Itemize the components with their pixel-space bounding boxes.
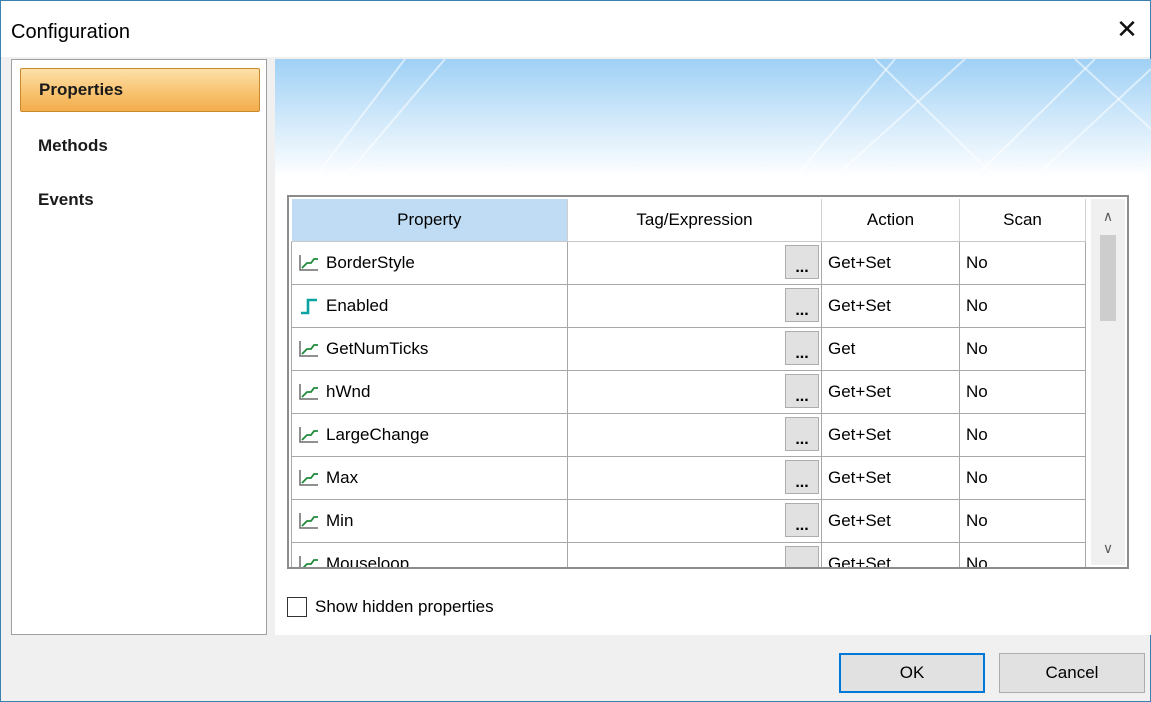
analog-step-icon <box>299 513 318 529</box>
tag-expression-cell[interactable]: ... <box>567 456 822 500</box>
scan-cell[interactable]: No <box>959 370 1086 414</box>
show-hidden-properties-option[interactable]: Show hidden properties <box>287 597 494 617</box>
tag-expression-cell[interactable]: ... <box>567 241 822 285</box>
action-cell[interactable]: Get+Set <box>821 413 960 457</box>
browse-button[interactable]: ... <box>785 460 819 494</box>
browse-button[interactable]: ... <box>785 245 819 279</box>
analog-step-icon <box>299 341 318 357</box>
analog-step-icon <box>299 470 318 486</box>
action-cell[interactable]: Get <box>821 327 960 371</box>
sidebar-item-properties[interactable]: Properties <box>20 68 260 112</box>
property-grid: Property Tag/Expression Action Scan Bord… <box>287 195 1129 569</box>
table-row[interactable]: Min ... Get+Set No <box>291 499 1086 543</box>
scan-cell[interactable]: No <box>959 456 1086 500</box>
table-row[interactable]: Max ... Get+Set No <box>291 456 1086 500</box>
property-cell[interactable]: Max <box>291 456 568 500</box>
chevron-down-icon: ∨ <box>1102 539 1114 556</box>
column-header-property[interactable]: Property <box>291 199 568 242</box>
action-cell[interactable]: Get+Set <box>821 499 960 543</box>
scroll-thumb[interactable] <box>1100 235 1116 321</box>
tag-expression-cell[interactable]: ... <box>567 284 822 328</box>
property-cell[interactable]: LargeChange <box>291 413 568 457</box>
action-cell[interactable]: Get+Set <box>821 284 960 328</box>
browse-button[interactable]: ... <box>785 417 819 451</box>
property-cell[interactable]: GetNumTicks <box>291 327 568 371</box>
title-bar: Configuration ✕ <box>1 1 1150 57</box>
browse-button[interactable]: ... <box>785 331 819 365</box>
dialog-title: Configuration <box>11 21 130 43</box>
property-name: LargeChange <box>326 425 430 444</box>
tag-expression-cell[interactable]: ... <box>567 499 822 543</box>
table-row[interactable]: Enabled ... Get+Set No <box>291 284 1086 328</box>
analog-step-icon <box>299 384 318 400</box>
browse-button[interactable]: ... <box>785 546 819 567</box>
property-cell[interactable]: Mouseloop <box>291 542 568 569</box>
property-cell[interactable]: BorderStyle <box>291 241 568 285</box>
scroll-down-button[interactable]: ∨ <box>1091 531 1125 565</box>
ok-button[interactable]: OK <box>839 653 985 693</box>
action-cell[interactable]: Get+Set <box>821 241 960 285</box>
table-row[interactable]: GetNumTicks ... Get No <box>291 327 1086 371</box>
scan-cell[interactable]: No <box>959 499 1086 543</box>
close-icon: ✕ <box>1116 13 1138 44</box>
table-header-row: Property Tag/Expression Action Scan <box>291 199 1086 242</box>
property-cell[interactable]: Min <box>291 499 568 543</box>
property-name: BorderStyle <box>326 253 415 272</box>
tag-expression-cell[interactable]: ... <box>567 542 822 567</box>
browse-button[interactable]: ... <box>785 288 819 322</box>
action-cell[interactable]: Get+Set <box>821 542 960 567</box>
action-cell[interactable]: Get+Set <box>821 370 960 414</box>
header-banner <box>275 59 1151 177</box>
scan-cell[interactable]: No <box>959 284 1086 328</box>
scroll-up-button[interactable]: ∧ <box>1091 199 1125 233</box>
cancel-button[interactable]: Cancel <box>999 653 1145 693</box>
vertical-scrollbar[interactable]: ∧ ∨ <box>1091 199 1125 565</box>
table-row[interactable]: BorderStyle ... Get+Set No <box>291 241 1086 285</box>
chevron-up-icon: ∧ <box>1102 207 1114 224</box>
table-row[interactable]: LargeChange ... Get+Set No <box>291 413 1086 457</box>
content-panel: Property Tag/Expression Action Scan Bord… <box>275 59 1151 635</box>
analog-step-icon <box>299 427 318 443</box>
category-sidebar: Properties Methods Events <box>11 59 267 635</box>
sidebar-item-events[interactable]: Events <box>20 178 260 222</box>
browse-button[interactable]: ... <box>785 374 819 408</box>
property-name: Min <box>326 511 354 530</box>
digital-step-icon <box>301 298 317 315</box>
tag-expression-cell[interactable]: ... <box>567 370 822 414</box>
scan-cell[interactable]: No <box>959 542 1086 567</box>
column-header-action[interactable]: Action <box>821 199 960 242</box>
property-cell[interactable]: hWnd <box>291 370 568 414</box>
scan-cell[interactable]: No <box>959 413 1086 457</box>
scan-cell[interactable]: No <box>959 241 1086 285</box>
configuration-dialog: Configuration ✕ Properties Methods Event… <box>0 0 1151 702</box>
show-hidden-properties-label[interactable]: Show hidden properties <box>315 597 494 617</box>
tag-expression-cell[interactable]: ... <box>567 413 822 457</box>
table-row[interactable]: Mouseloop ... Get+Set No <box>291 542 1086 569</box>
property-name: hWnd <box>326 382 371 401</box>
action-cell[interactable]: Get+Set <box>821 456 960 500</box>
property-cell[interactable]: Enabled <box>291 284 568 328</box>
property-name: GetNumTicks <box>326 339 429 358</box>
property-table: Property Tag/Expression Action Scan Bord… <box>291 199 1086 569</box>
show-hidden-properties-checkbox[interactable] <box>287 597 307 617</box>
property-name: Enabled <box>326 296 389 315</box>
sidebar-item-methods[interactable]: Methods <box>20 124 260 168</box>
property-name: Mouseloop <box>326 554 410 569</box>
property-name: Max <box>326 468 359 487</box>
column-header-scan[interactable]: Scan <box>959 199 1086 242</box>
column-header-tag-expression[interactable]: Tag/Expression <box>567 199 822 242</box>
table-row[interactable]: hWnd ... Get+Set No <box>291 370 1086 414</box>
banner-decoration <box>314 59 1151 177</box>
scan-cell[interactable]: No <box>959 327 1086 371</box>
tag-expression-cell[interactable]: ... <box>567 327 822 371</box>
analog-step-icon <box>299 556 318 567</box>
browse-button[interactable]: ... <box>785 503 819 537</box>
analog-step-icon <box>299 255 318 271</box>
close-button[interactable]: ✕ <box>1104 1 1150 57</box>
